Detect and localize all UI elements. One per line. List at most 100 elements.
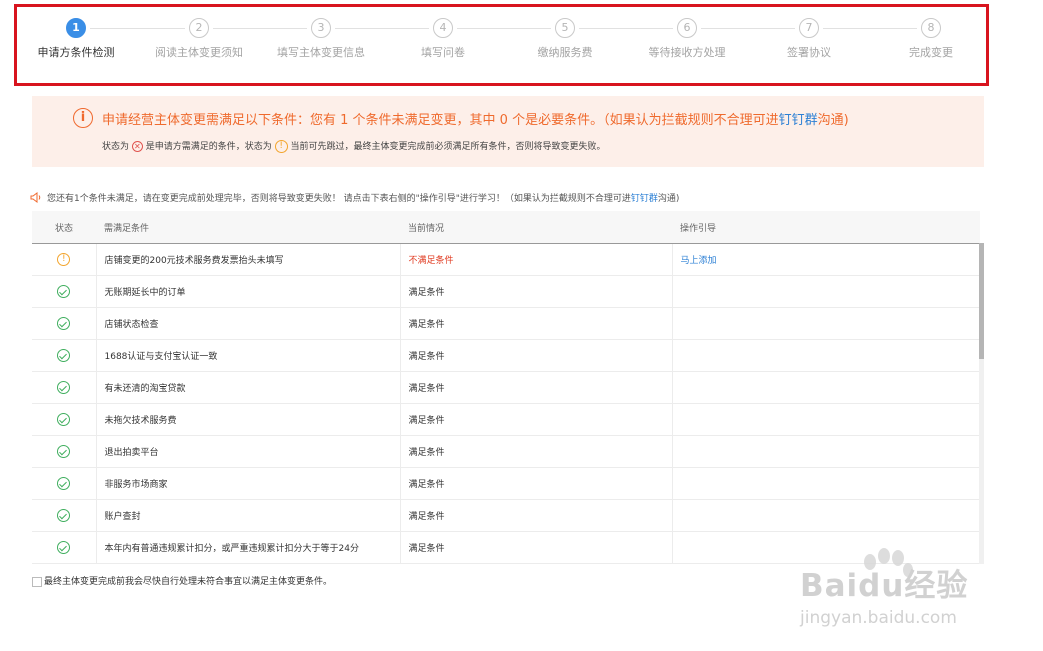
table-row: 1688认证与支付宝认证一致 满足条件 [32, 339, 980, 372]
step-number: 3 [311, 18, 331, 38]
row-condition: 有未还清的淘宝贷款 [96, 371, 401, 404]
step-7: 7 签署协议 [749, 18, 869, 60]
table-row: 无账期延长中的订单 满足条件 [32, 275, 980, 308]
step-label: 申请方条件检测 [37, 46, 115, 59]
step-label: 填写主体变更信息 [277, 46, 365, 59]
row-condition: 1688认证与支付宝认证一致 [96, 339, 401, 372]
check-circle-icon [57, 285, 71, 298]
step-number: 6 [677, 18, 697, 38]
notice-line: 您还有1个条件未满足，请在变更完成前处理完毕，否则将导致变更失败！ 请点击下表右… [30, 191, 679, 206]
step-5: 5 缴纳服务费 [505, 18, 625, 60]
row-status [32, 371, 97, 404]
step-2: 2 阅读主体变更须知 [139, 18, 259, 60]
header-guide: 操作引导 [672, 211, 980, 244]
row-current: 满足条件 [400, 435, 673, 468]
agree-checkbox[interactable] [32, 576, 42, 587]
error-status-icon: ✕ [131, 141, 143, 152]
header-current: 当前情况 [400, 211, 672, 244]
check-circle-icon [57, 509, 71, 522]
row-current: 满足条件 [400, 531, 673, 564]
row-current: 满足条件 [400, 339, 673, 372]
watermark-url: jingyan.baidu.com [800, 608, 957, 628]
row-status [32, 339, 97, 372]
check-circle-icon [57, 413, 71, 426]
row-current: 满足条件 [400, 467, 673, 500]
table-scrollbar[interactable] [979, 243, 984, 564]
row-current: 满足条件 [400, 499, 673, 532]
row-condition: 未拖欠技术服务费 [96, 403, 401, 436]
row-condition: 退出拍卖平台 [96, 435, 401, 468]
banner-sub-text: 状态为 ✕ 是申请方需满足的条件，状态为 ! 当前可先跳过，最终主体变更完成前必… [102, 140, 606, 153]
step-label: 填写问卷 [421, 46, 465, 59]
row-status [32, 275, 97, 308]
row-status [32, 307, 97, 340]
row-current: 满足条件 [400, 403, 673, 436]
row-guide [672, 435, 980, 468]
step-3: 3 填写主体变更信息 [261, 18, 381, 60]
step-number: 1 [66, 18, 86, 38]
table-header-row: 状态 需满足条件 当前情况 操作引导 [32, 211, 980, 244]
speaker-icon [30, 191, 42, 206]
agree-label: 最终主体变更完成前我会尽快自行处理未符合事宜以满足主体变更条件。 [44, 577, 333, 587]
header-status: 状态 [32, 211, 96, 244]
table-row: 有未还清的淘宝贷款 满足条件 [32, 371, 980, 404]
check-circle-icon [57, 317, 71, 330]
row-guide[interactable]: 马上添加 [672, 243, 980, 276]
row-condition: 本年内有普通违规累计扣分，或严重违规累计扣分大于等于24分 [96, 531, 401, 564]
baidu-watermark: Baidu经验 jingyan.baidu.com [800, 548, 1000, 638]
step-8: 8 完成变更 [871, 18, 991, 60]
notice-dingtalk-link[interactable]: 钉钉群 [631, 194, 658, 204]
row-guide [672, 467, 980, 500]
add-now-link[interactable]: 马上添加 [681, 256, 717, 266]
agree-checkbox-row[interactable]: 最终主体变更完成前我会尽快自行处理未符合事宜以满足主体变更条件。 [32, 574, 332, 587]
scrollbar-thumb[interactable] [979, 243, 984, 359]
dingtalk-group-link[interactable]: 钉钉群 [779, 113, 818, 128]
step-label: 签署协议 [787, 46, 831, 59]
row-status [32, 467, 97, 500]
step-number: 2 [189, 18, 209, 38]
row-guide [672, 307, 980, 340]
row-guide [672, 499, 980, 532]
row-status [32, 403, 97, 436]
row-current: 满足条件 [400, 371, 673, 404]
conditions-table: 状态 需满足条件 当前情况 操作引导 ! 店铺变更的200元技术服务费发票抬头未填… [32, 211, 984, 564]
warning-status-icon: ! [274, 140, 288, 153]
table-row: ! 店铺变更的200元技术服务费发票抬头未填写 不满足条件 马上添加 [32, 243, 980, 276]
check-circle-icon [57, 541, 71, 554]
row-guide [672, 339, 980, 372]
banner-main-text: 申请经营主体变更需满足以下条件：您有 1 个条件未满足变更，其中 0 个是必要条… [102, 113, 849, 128]
row-guide [672, 275, 980, 308]
step-1: 1 申请方条件检测 [16, 18, 136, 60]
table-row: 非服务市场商家 满足条件 [32, 467, 980, 500]
row-guide [672, 371, 980, 404]
step-number: 4 [433, 18, 453, 38]
check-circle-icon [57, 477, 71, 490]
row-current: 满足条件 [400, 307, 673, 340]
row-current: 不满足条件 [400, 243, 673, 276]
row-condition: 无账期延长中的订单 [96, 275, 401, 308]
header-condition: 需满足条件 [96, 211, 400, 244]
table-row: 店铺状态检查 满足条件 [32, 307, 980, 340]
info-icon: i [73, 108, 93, 128]
row-condition: 账户查封 [96, 499, 401, 532]
step-label: 等待接收方处理 [648, 46, 726, 59]
row-status [32, 499, 97, 532]
row-status [32, 531, 97, 564]
row-condition: 非服务市场商家 [96, 467, 401, 500]
step-4: 4 填写问卷 [383, 18, 503, 60]
row-condition: 店铺变更的200元技术服务费发票抬头未填写 [96, 243, 401, 276]
progress-steps: 1 申请方条件检测 2 阅读主体变更须知 3 填写主体变更信息 4 填写问卷 5 缴纳服务费 6 等待… [0, 0, 1043, 90]
check-circle-icon [57, 445, 71, 458]
step-label: 缴纳服务费 [537, 46, 593, 59]
row-status [32, 435, 97, 468]
warning-banner: i 申请经营主体变更需满足以下条件：您有 1 个条件未满足变更，其中 0 个是必… [32, 96, 984, 167]
step-number: 5 [555, 18, 575, 38]
step-6: 6 等待接收方处理 [627, 18, 747, 60]
row-current: 满足条件 [400, 275, 673, 308]
watermark-brand: Baidu经验 [800, 568, 969, 604]
row-guide [672, 403, 980, 436]
step-label: 阅读主体变更须知 [155, 46, 243, 59]
table-row: 账户查封 满足条件 [32, 499, 980, 532]
check-circle-icon [57, 349, 71, 362]
row-condition: 店铺状态检查 [96, 307, 401, 340]
